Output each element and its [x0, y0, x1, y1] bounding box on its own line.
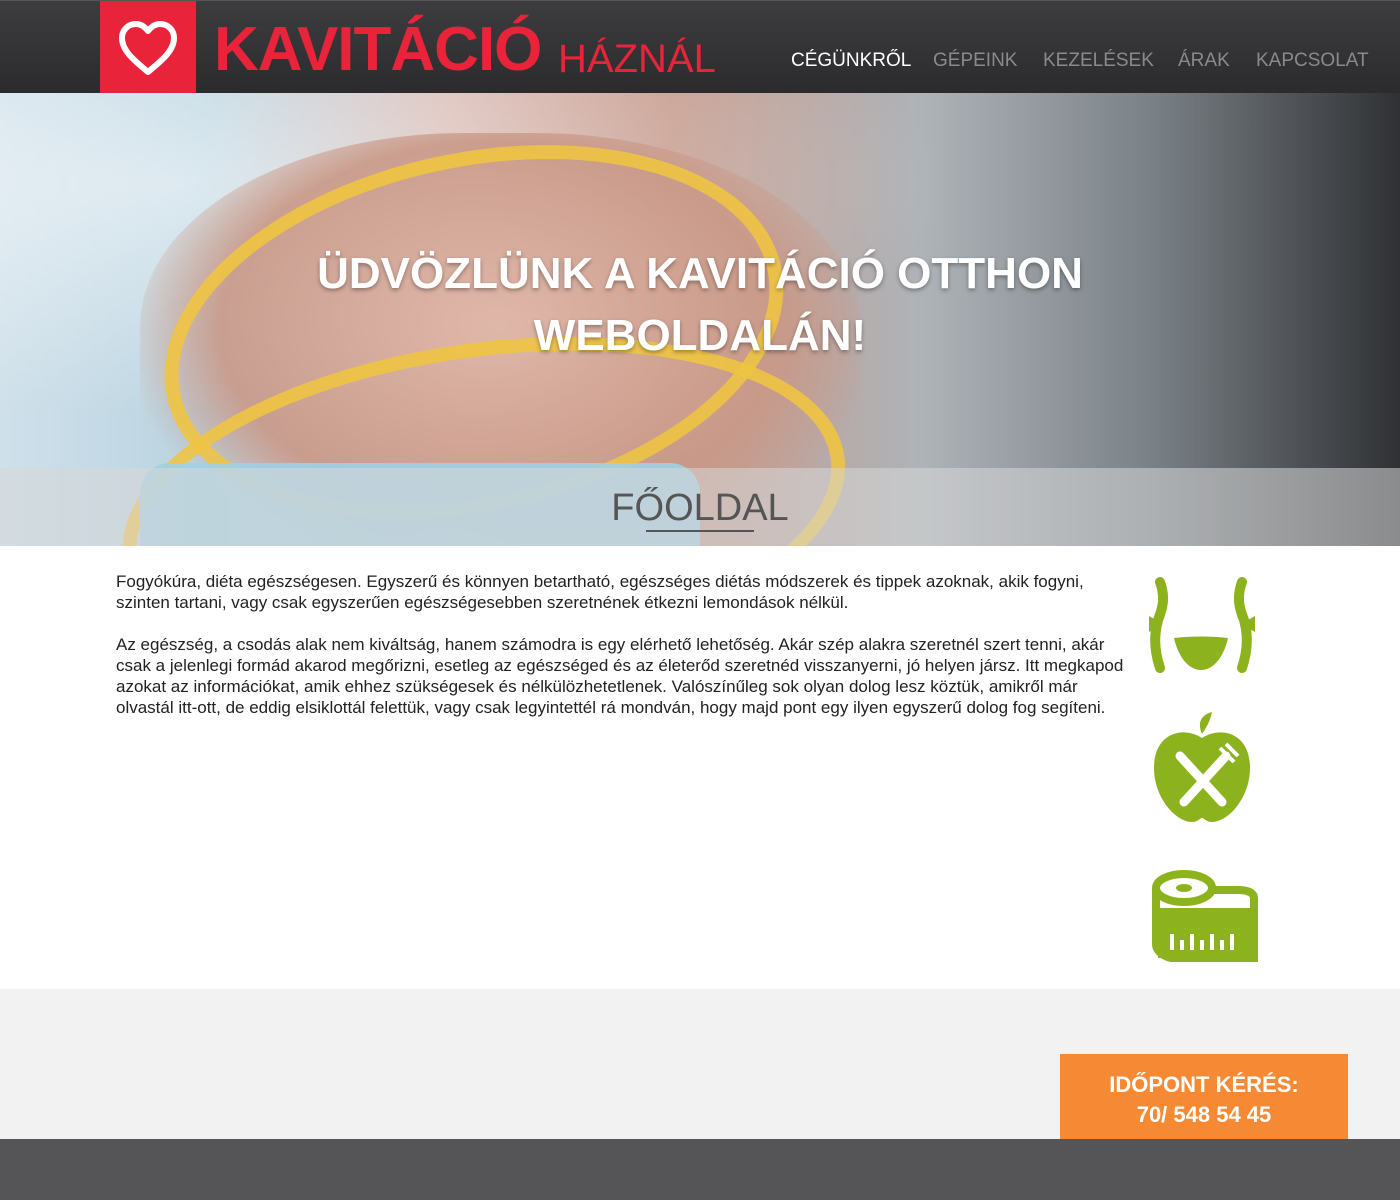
brand-name[interactable]: KAVITÁCIÓ — [214, 15, 542, 85]
hero-title-line2: WEBOLDALÁN! — [533, 311, 867, 360]
hero-banner: ÜDVÖZLÜNK A KAVITÁCIÓ OTTHON WEBOLDALÁN!… — [0, 93, 1400, 546]
main-content: Fogyókúra, diéta egészségesen. Egyszerű … — [0, 546, 1400, 989]
measuring-tape-icon — [1152, 870, 1258, 962]
page-title-underline — [646, 530, 754, 532]
intro-paragraph-1: Fogyókúra, diéta egészségesen. Egyszerű … — [116, 572, 1084, 612]
intro-paragraph-2: Az egészség, a csodás alak nem kiváltság… — [116, 635, 1124, 717]
nav-item-gepeink[interactable]: GÉPEINK — [933, 49, 1017, 73]
heart-icon — [119, 20, 177, 75]
hero-title: ÜDVÖZLÜNK A KAVITÁCIÓ OTTHON WEBOLDALÁN! — [300, 243, 1100, 367]
nav-item-kapcsolat[interactable]: KAPCSOLAT — [1256, 49, 1369, 73]
top-header: KAVITÁCIÓ HÁZNÁL CÉGÜNKRŐL GÉPEINK KEZEL… — [0, 0, 1400, 94]
footer — [0, 1139, 1400, 1200]
logo[interactable] — [100, 1, 196, 94]
nav-item-kezelesek[interactable]: KEZELÉSEK — [1043, 49, 1154, 73]
appointment-cta-button[interactable]: IDŐPONT KÉRÉS: 70/ 548 54 45 — [1060, 1054, 1348, 1139]
cta-phone-number[interactable]: 70/ 548 54 45 — [1060, 1100, 1348, 1130]
nav-item-arak[interactable]: ÁRAK — [1178, 49, 1230, 73]
hero-title-line1: ÜDVÖZLÜNK A KAVITÁCIÓ OTTHON — [317, 249, 1083, 298]
page-title: FŐOLDAL — [611, 487, 789, 529]
brand-subtitle: HÁZNÁL — [558, 37, 716, 81]
apple-cutlery-icon — [1154, 712, 1250, 822]
cta-line-1: IDŐPONT KÉRÉS: — [1109, 1072, 1299, 1097]
nav-item-cegunkrol[interactable]: CÉGÜNKRŐL — [791, 49, 911, 73]
waist-slimming-icon — [1149, 577, 1255, 673]
intro-text: Fogyókúra, diéta egészségesen. Egyszerű … — [116, 571, 1128, 739]
